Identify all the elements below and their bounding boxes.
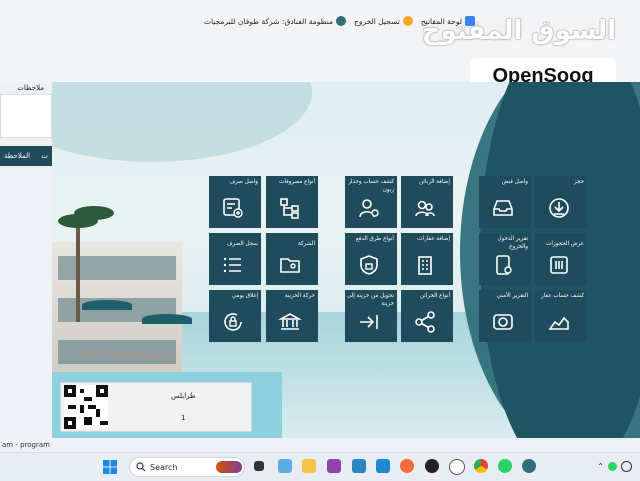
download-circle-icon	[549, 198, 569, 218]
add-properties-tile[interactable]: إضافة عقارات	[401, 233, 453, 285]
daily-close-tile[interactable]: إغلاق يومي	[209, 290, 261, 342]
qr-code	[64, 385, 108, 429]
chrome-icon[interactable]	[474, 459, 488, 473]
notes-tab-label: الملاحظة	[4, 152, 31, 160]
receipt-voucher-tile[interactable]: واصل قبض	[479, 176, 531, 228]
notes-tab[interactable]: الملاحظة ت	[0, 146, 52, 166]
expense-types-label: أنواع مصروفات	[279, 179, 315, 185]
add-customers-tile[interactable]: إضافة الزبائن	[401, 176, 453, 228]
bookings-view-label: عرض الحجوزات	[546, 241, 584, 247]
camera-icon	[493, 314, 513, 330]
payment-methods-tile[interactable]: أنواع طرق الدفع	[345, 233, 397, 285]
search-highlight-image	[216, 461, 242, 473]
github-icon[interactable]	[425, 459, 439, 473]
bank-icon	[278, 313, 302, 330]
hotel-building-image	[52, 242, 182, 382]
bookings-view-tile[interactable]: عرض الحجوزات	[535, 233, 587, 285]
payment-voucher-tile[interactable]: واصل صرف	[209, 176, 261, 228]
visual-studio-icon[interactable]	[327, 459, 341, 473]
windows-start-icon[interactable]	[103, 460, 117, 474]
security-report-label: التقرير الأمني	[496, 293, 528, 299]
notes-tab-short: ت	[41, 152, 48, 160]
background-wave	[52, 82, 312, 162]
lock-refresh-icon	[224, 313, 242, 331]
whatsapp-icon[interactable]	[498, 459, 512, 473]
area-chart-icon	[548, 316, 569, 330]
customer-statement-tile[interactable]: كشف حساب وحذار زبون	[345, 176, 397, 228]
checkin-report-tile[interactable]: تقرير الدخول والخروج	[479, 233, 531, 285]
hotel-app-icon[interactable]	[522, 459, 536, 473]
inbox-icon	[493, 200, 513, 216]
security-report-tile[interactable]: التقرير الأمني	[479, 290, 531, 342]
share-nodes-icon	[415, 311, 435, 333]
search-icon	[136, 462, 146, 472]
shield-lock-icon	[360, 255, 378, 275]
treasury-movement-tile[interactable]: حركة الخزينة	[266, 290, 318, 342]
building-icon	[418, 256, 432, 275]
palm-tree-image	[76, 222, 80, 322]
chatgpt-icon[interactable]	[449, 459, 465, 475]
taskbar-search-placeholder: Search	[150, 462, 178, 472]
logout-label: تسجيل الخروج	[354, 16, 400, 26]
notes-label: ملاحظات	[17, 84, 44, 92]
payment-voucher-label: واصل صرف	[229, 179, 258, 185]
whatsapp-tray-icon[interactable]	[608, 462, 617, 471]
checkin-report-label: تقرير الدخول والخروج	[497, 236, 528, 250]
status-bar: am - program	[0, 438, 640, 452]
windows-taskbar: Search ⌃	[0, 452, 640, 481]
hierarchy-icon	[280, 198, 299, 219]
file-explorer-icon[interactable]	[302, 459, 316, 473]
treasury-types-tile[interactable]: أنواع الخزائن	[401, 290, 453, 342]
document-add-icon	[223, 198, 243, 218]
expense-types-tile[interactable]: أنواع مصروفات	[266, 176, 318, 228]
treasury-transfer-tile[interactable]: تحويل من خزينة إلى خزينة	[345, 290, 397, 342]
property-statement-tile[interactable]: كشف حساب عقار	[535, 290, 587, 342]
umbrella-image	[142, 314, 192, 324]
expense-log-tile[interactable]: سجل الصرف	[209, 233, 261, 285]
receipt-voucher-label: واصل قبض	[501, 179, 528, 185]
sql-server-icon[interactable]	[352, 459, 366, 473]
branch-city: طرابلس	[171, 392, 196, 400]
user-remove-icon	[359, 199, 379, 218]
task-view-icon[interactable]	[254, 461, 264, 471]
phone-chart-icon	[496, 255, 512, 275]
taskbar-search[interactable]: Search	[129, 457, 245, 477]
system-name: منظومة الفنادق: شركة طوفان للبرمجيات	[203, 16, 334, 26]
company-label: الشركة	[298, 241, 315, 247]
payment-methods-label: أنواع طرق الدفع	[355, 236, 394, 242]
folder-user-icon	[280, 258, 300, 273]
daily-close-label: إغلاق يومي	[231, 293, 258, 299]
users-icon	[415, 200, 435, 217]
list-box-icon	[550, 256, 568, 274]
logout-icon	[402, 16, 413, 26]
customer-statement-label: كشف حساب وحذار زبون	[348, 179, 394, 193]
book-tile[interactable]: حجز	[535, 176, 587, 228]
treasury-types-label: أنواع الخزائن	[420, 293, 450, 299]
add-properties-label: إضافة عقارات	[417, 236, 450, 242]
chatgpt-tray-icon[interactable]	[621, 461, 632, 472]
add-customers-label: إضافة الزبائن	[419, 179, 450, 185]
system-tray: ⌃	[597, 461, 632, 472]
notes-textarea[interactable]	[0, 94, 52, 138]
chevron-up-icon[interactable]: ⌃	[597, 462, 604, 471]
vscode-icon[interactable]	[376, 459, 390, 473]
property-statement-label: كشف حساب عقار	[541, 293, 584, 299]
treasury-transfer-label: تحويل من خزينة إلى خزينة	[346, 293, 394, 307]
umbrella-image	[82, 300, 132, 310]
book-tile-label: حجز	[573, 179, 584, 185]
branch-number: 1	[181, 414, 186, 422]
system-title: منظومة الفنادق: شركة طوفان للبرمجيات	[203, 16, 347, 26]
branch-info-box: طرابلس 1	[60, 382, 252, 432]
expense-log-label: سجل الصرف	[226, 241, 258, 247]
widgets-icon[interactable]	[278, 459, 292, 473]
app-logo-icon	[336, 16, 347, 26]
notes-sidebar: ملاحظات الملاحظة ت	[0, 82, 52, 438]
watermark-arabic: السوق المفتوح	[421, 16, 616, 46]
treasury-movement-label: حركة الخزينة	[284, 293, 315, 299]
arrow-right-bar-icon	[360, 315, 378, 329]
list-icon	[223, 257, 241, 273]
company-tile[interactable]: الشركة	[266, 233, 318, 285]
postman-icon[interactable]	[400, 459, 414, 473]
logout-button[interactable]: تسجيل الخروج	[354, 16, 413, 26]
